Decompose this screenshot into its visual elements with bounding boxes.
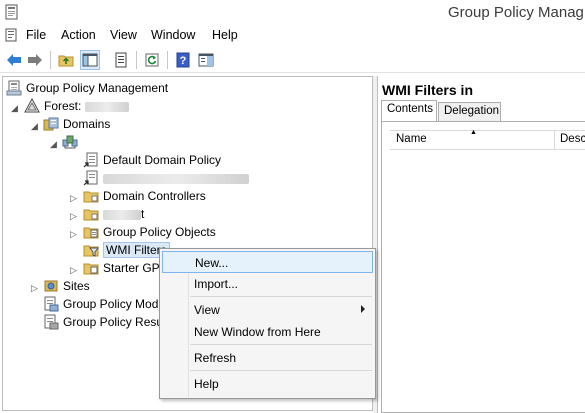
expand-triangle-icon[interactable]: ▷ xyxy=(31,283,39,293)
redacted-text xyxy=(103,209,141,220)
gpo-link-icon xyxy=(83,152,99,168)
tree-label: Group Policy Objects xyxy=(103,225,216,239)
expand-triangle-icon[interactable]: ▷ xyxy=(70,193,78,203)
menu-action[interactable]: Action xyxy=(58,28,99,42)
tree-label: Forest: xyxy=(44,99,129,113)
menu-separator xyxy=(190,370,372,371)
tree-item-obscured-ou[interactable]: t xyxy=(83,205,144,223)
submenu-arrow-icon xyxy=(361,305,365,313)
menu-separator xyxy=(190,296,372,297)
pane-title: WMI Filters in xyxy=(382,82,473,98)
expand-triangle-icon[interactable]: ▷ xyxy=(70,265,78,275)
window-title: Group Policy Manag xyxy=(448,4,584,21)
show-hide-tree-icon[interactable] xyxy=(80,50,100,70)
tree-label: Sites xyxy=(63,279,90,293)
tree-item-default-domain-policy[interactable]: Default Domain Policy xyxy=(83,151,221,169)
menu-separator xyxy=(190,344,372,345)
action-pane-icon[interactable] xyxy=(196,50,216,70)
refresh-icon[interactable] xyxy=(142,50,162,70)
tree-item-domains[interactable]: Domains xyxy=(43,115,110,133)
tree-item-group-policy-modeling[interactable]: Group Policy Mod xyxy=(43,295,158,313)
forest-icon xyxy=(24,98,40,114)
tree-item-domain-controllers[interactable]: Domain Controllers xyxy=(83,187,206,205)
tree-item-starter-gpos[interactable]: Starter GPO xyxy=(83,259,169,277)
modeling-icon xyxy=(43,296,59,312)
tree-item-wmi-filters[interactable]: WMI Filters xyxy=(83,241,170,259)
tree-label xyxy=(103,171,249,185)
properties-icon[interactable] xyxy=(111,50,131,70)
tree-item-forest[interactable]: Forest: xyxy=(24,97,129,115)
gpo-container-icon xyxy=(83,224,99,240)
menu-item-view[interactable]: View xyxy=(162,299,373,321)
menu-item-new-window-from-here[interactable]: New Window from Here xyxy=(162,321,373,343)
wmi-filter-icon xyxy=(83,242,99,258)
menu-bar: File Action View Window Help xyxy=(0,26,585,46)
up-folder-icon[interactable] xyxy=(56,50,76,70)
help-icon[interactable]: ? xyxy=(173,50,193,70)
collapse-triangle-icon[interactable]: ◢ xyxy=(50,139,58,149)
tree-label: Default Domain Policy xyxy=(103,153,222,167)
tree-label: Domains xyxy=(63,117,111,131)
menu-item-import[interactable]: Import... xyxy=(162,273,373,295)
domain-icon xyxy=(62,134,78,150)
tree-item-domain[interactable] xyxy=(62,133,82,151)
redacted-text xyxy=(103,173,249,184)
menu-help[interactable]: Help xyxy=(209,28,241,42)
title-bar: Group Policy Manag xyxy=(0,0,585,26)
tree-label: Group Policy Management xyxy=(26,81,169,95)
expand-triangle-icon[interactable]: ▷ xyxy=(70,211,78,221)
tree-item-obscured-policy[interactable] xyxy=(83,169,249,187)
list-header: ▲ Name Desc xyxy=(390,129,585,150)
menu-file[interactable]: File xyxy=(23,28,49,42)
gpo-link-icon xyxy=(83,170,99,186)
tree-label: t xyxy=(103,207,144,221)
ou-folder-icon xyxy=(83,188,99,204)
tree-item-sites[interactable]: Sites xyxy=(43,277,90,295)
tree-label: Group Policy Mod xyxy=(63,297,159,311)
tab-content: ▲ Name Desc xyxy=(381,121,585,413)
sites-icon xyxy=(43,278,59,294)
tree-label: Group Policy Resu xyxy=(63,315,164,329)
tree-item-group-policy-management[interactable]: Group Policy Management xyxy=(6,79,168,97)
toolbar-separator xyxy=(50,51,51,69)
sort-ascending-icon: ▲ xyxy=(470,129,477,136)
menu-item-refresh[interactable]: Refresh xyxy=(162,347,373,369)
tree-item-group-policy-results[interactable]: Group Policy Resu xyxy=(43,313,163,331)
forward-icon[interactable] xyxy=(25,50,45,70)
tab-contents[interactable]: Contents xyxy=(381,100,437,122)
expand-triangle-icon[interactable]: ▷ xyxy=(70,229,78,239)
document-icon[interactable] xyxy=(4,28,18,42)
toolbar: ? xyxy=(0,47,585,73)
tree-item-group-policy-objects[interactable]: Group Policy Objects xyxy=(83,223,216,241)
tab-delegation[interactable]: Delegation xyxy=(438,102,501,122)
column-description[interactable]: Desc xyxy=(560,133,585,145)
details-pane: WMI Filters in Contents Delegation ▲ Nam… xyxy=(377,76,585,413)
column-name[interactable]: Name xyxy=(396,133,427,145)
results-icon xyxy=(43,314,59,330)
collapse-triangle-icon[interactable]: ◢ xyxy=(11,103,19,113)
collapse-triangle-icon[interactable]: ◢ xyxy=(31,121,39,131)
tree-label: Domain Controllers xyxy=(103,189,206,203)
column-divider[interactable] xyxy=(554,131,555,149)
ou-folder-icon xyxy=(83,206,99,222)
gpm-root-icon xyxy=(6,80,22,96)
menu-window[interactable]: Window xyxy=(148,28,198,42)
domains-icon xyxy=(43,116,59,132)
menu-item-help[interactable]: Help xyxy=(162,373,373,395)
starter-gpo-icon xyxy=(83,260,99,276)
toolbar-separator xyxy=(167,51,168,69)
back-icon[interactable] xyxy=(4,50,24,70)
redacted-text xyxy=(84,101,129,112)
app-icon xyxy=(4,4,20,20)
context-menu: New... Import... View New Window from He… xyxy=(159,248,376,399)
toolbar-separator xyxy=(136,51,137,69)
svg-text:?: ? xyxy=(180,55,187,67)
menu-item-new[interactable]: New... xyxy=(162,251,373,273)
menu-view[interactable]: View xyxy=(107,28,140,42)
